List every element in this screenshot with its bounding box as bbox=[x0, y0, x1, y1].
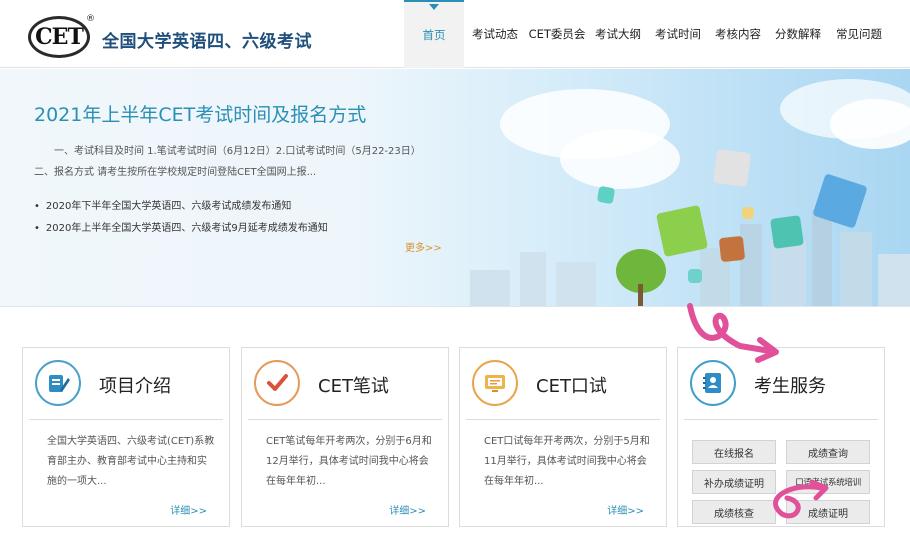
skyline-building bbox=[470, 270, 510, 306]
card-project-intro: 项目介绍 全国大学英语四、六级考试(CET)系教育部主办、教育部考试中心主持和实… bbox=[22, 347, 230, 527]
cloud-shape bbox=[560, 129, 680, 189]
card-detail-link[interactable]: 详细>> bbox=[170, 502, 207, 517]
card-body: 全国大学英语四、六级考试(CET)系教育部主办、教育部考试中心主持和实施的一项大… bbox=[47, 436, 215, 487]
card-title: CET口试 bbox=[536, 376, 607, 397]
contact-book-icon bbox=[690, 360, 736, 406]
registered-mark: ® bbox=[86, 14, 95, 24]
card-detail-link[interactable]: 详细>> bbox=[607, 502, 644, 517]
score-query-button[interactable]: 成绩查询 bbox=[786, 440, 870, 464]
logo-text: CET bbox=[35, 24, 84, 50]
banner-title[interactable]: 2021年上半年CET考试时间及报名方式 bbox=[34, 100, 366, 127]
site-header: CET ® 全国大学英语四、六级考试 首页 考试动态 CET委员会 考试大纲 考… bbox=[0, 0, 910, 68]
card-divider bbox=[248, 419, 442, 420]
nav-item-syllabus[interactable]: 考试大纲 bbox=[588, 0, 648, 68]
document-edit-icon bbox=[35, 360, 81, 406]
floating-cube bbox=[655, 204, 709, 258]
skyline-building bbox=[878, 254, 910, 306]
card-header: 项目介绍 bbox=[23, 348, 229, 420]
card-body: CET笔试每年开考两次，分别于6月和12月举行，具体考试时间我中心将会在每年年初… bbox=[266, 436, 432, 487]
more-news-link[interactable]: 更多>> bbox=[405, 239, 442, 254]
card-header: CET笔试 bbox=[242, 348, 448, 420]
pink-arrow-decoration bbox=[773, 479, 829, 519]
nav-item-home[interactable]: 首页 bbox=[404, 0, 464, 68]
site-title[interactable]: 全国大学英语四、六级考试 bbox=[102, 27, 312, 52]
skyline-building bbox=[520, 252, 546, 306]
pink-arrow-decoration bbox=[687, 303, 779, 363]
news-item[interactable]: 2020年下半年全国大学英语四、六级考试成绩发布通知 bbox=[34, 196, 328, 218]
online-registration-button[interactable]: 在线报名 bbox=[692, 440, 776, 464]
floating-cube bbox=[688, 269, 702, 283]
card-header: CET口试 bbox=[460, 348, 666, 420]
card-body: CET口试每年开考两次，分别于5月和11月举行，具体考试时间我中心将会在每年年初… bbox=[484, 436, 650, 487]
card-title: 考生服务 bbox=[754, 376, 826, 397]
card-title: 项目介绍 bbox=[99, 376, 171, 397]
nav-item-exam-time[interactable]: 考试时间 bbox=[648, 0, 708, 68]
card-written-test: CET笔试 CET笔试每年开考两次，分别于6月和12月举行，具体考试时间我中心将… bbox=[241, 347, 449, 527]
floating-cube bbox=[742, 207, 754, 219]
cloud-shape bbox=[830, 99, 910, 149]
nav-item-cet-committee[interactable]: CET委员会 bbox=[526, 0, 588, 68]
floating-cube bbox=[718, 235, 746, 263]
skyline-building bbox=[812, 210, 832, 306]
card-title: CET笔试 bbox=[318, 376, 389, 397]
floating-cube bbox=[712, 148, 752, 188]
skyline-building bbox=[556, 262, 596, 306]
card-oral-test: CET口试 CET口试每年开考两次，分别于5月和11月举行，具体考试时间我中心将… bbox=[459, 347, 667, 527]
tree-trunk bbox=[638, 284, 643, 306]
nav-item-exam-news[interactable]: 考试动态 bbox=[464, 0, 526, 68]
card-divider bbox=[684, 419, 878, 420]
card-divider bbox=[29, 419, 223, 420]
news-list: 2020年下半年全国大学英语四、六级考试成绩发布通知 2020年上半年全国大学英… bbox=[34, 196, 328, 240]
monitor-icon bbox=[472, 360, 518, 406]
nav-item-score[interactable]: 分数解释 bbox=[768, 0, 828, 68]
card-divider bbox=[466, 419, 660, 420]
floating-cube bbox=[770, 215, 804, 249]
main-nav: 首页 考试动态 CET委员会 考试大纲 考试时间 考核内容 分数解释 常见问题 bbox=[404, 0, 890, 68]
hero-banner: 2021年上半年CET考试时间及报名方式 一、考试科目及时间 1.笔试考试时间（… bbox=[0, 69, 910, 307]
cet-logo[interactable]: CET bbox=[28, 16, 90, 58]
floating-cube bbox=[596, 185, 616, 205]
checkmark-icon bbox=[254, 360, 300, 406]
banner-summary: 一、考试科目及时间 1.笔试考试时间（6月12日）2.口试考试时间（5月22-2… bbox=[34, 146, 421, 178]
nav-item-content[interactable]: 考核内容 bbox=[708, 0, 768, 68]
news-item[interactable]: 2020年上半年全国大学英语四、六级考试9月延考成绩发布通知 bbox=[34, 218, 328, 240]
card-detail-link[interactable]: 详细>> bbox=[389, 502, 426, 517]
nav-item-faq[interactable]: 常见问题 bbox=[828, 0, 890, 68]
skyline-building bbox=[840, 232, 872, 306]
skyline-building bbox=[740, 224, 762, 306]
